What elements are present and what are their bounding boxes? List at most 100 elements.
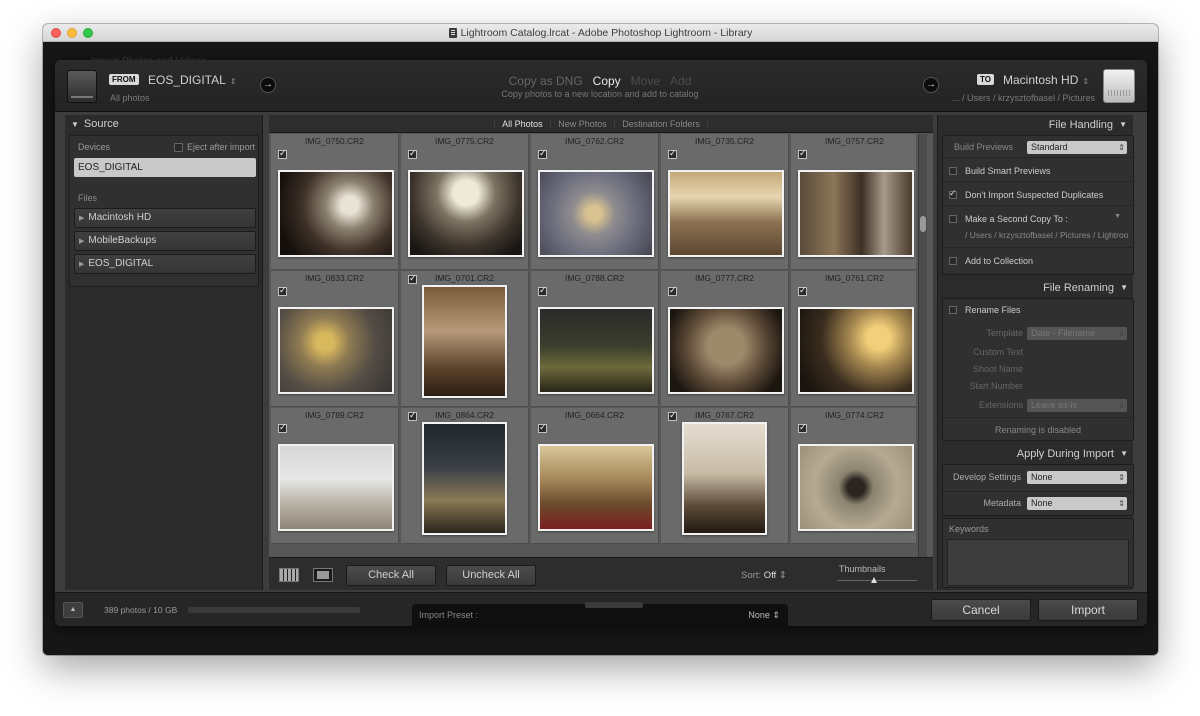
extensions-select[interactable]: Leave as-is xyxy=(1027,399,1127,412)
photo-thumbnail[interactable] xyxy=(408,170,524,257)
photo-cell[interactable]: IMG_0701.CR2 xyxy=(401,271,529,407)
photo-cell[interactable]: IMG_0762.CR2 xyxy=(531,134,659,270)
photo-cell[interactable]: IMG_0789.CR2 xyxy=(271,408,399,544)
maximize-window-button[interactable] xyxy=(83,28,93,38)
photo-checkbox[interactable] xyxy=(798,285,807,296)
photo-cell[interactable]: IMG_0767.CR2 xyxy=(661,408,789,544)
filter-new-photos[interactable]: New Photos xyxy=(558,119,607,129)
photo-cell[interactable]: IMG_0750.CR2 xyxy=(271,134,399,270)
source-panel-header[interactable]: ▼ Source xyxy=(65,115,262,133)
uncheck-all-button[interactable]: Uncheck All xyxy=(446,565,536,586)
rename-files-checkbox[interactable] xyxy=(949,306,957,314)
photo-checkbox[interactable] xyxy=(538,285,547,296)
photo-checkbox[interactable] xyxy=(668,285,677,296)
photo-checkbox[interactable] xyxy=(668,148,677,159)
photo-thumbnail[interactable] xyxy=(798,170,914,257)
source-drive-icon xyxy=(67,70,97,103)
thumbnail-size-slider[interactable] xyxy=(837,577,917,583)
filmstrip-handle[interactable] xyxy=(585,602,643,608)
source-selector[interactable]: EOS_DIGITAL ⇕ xyxy=(148,73,237,87)
add-to-collection-checkbox[interactable] xyxy=(949,257,957,265)
check-all-button[interactable]: Check All xyxy=(346,565,436,586)
metadata-select[interactable]: None xyxy=(1027,497,1127,510)
photo-cell[interactable]: IMG_0788.CR2 xyxy=(531,271,659,407)
build-previews-select[interactable]: Standard xyxy=(1027,141,1127,154)
file-handling-header[interactable]: File Handling ▼ xyxy=(938,115,1133,135)
photo-cell[interactable]: IMG_0761.CR2 xyxy=(791,271,916,407)
photo-cell[interactable]: IMG_0833.CR2 xyxy=(271,271,399,407)
minimize-window-button[interactable] xyxy=(67,28,77,38)
photo-checkbox[interactable] xyxy=(538,422,547,433)
file-item-eos-digital[interactable]: ▶ EOS_DIGITAL xyxy=(74,254,256,274)
grid-view-icon[interactable] xyxy=(279,568,299,582)
photo-thumbnail[interactable] xyxy=(668,170,784,257)
source-arrow-icon[interactable]: → xyxy=(260,77,276,93)
photo-thumbnail[interactable] xyxy=(538,170,654,257)
smart-previews-row[interactable]: Build Smart Previews xyxy=(943,160,1133,182)
photo-cell[interactable]: IMG_0735.CR2 xyxy=(661,134,789,270)
destination-path: ... / Users / krzysztofbasel / Pictures xyxy=(951,93,1095,103)
second-copy-checkbox[interactable] xyxy=(949,215,957,223)
photo-checkbox[interactable] xyxy=(278,148,287,159)
destination-selector[interactable]: Macintosh HD ⇕ xyxy=(1003,73,1089,87)
photo-checkbox[interactable] xyxy=(798,148,807,159)
file-item-mobilebackups[interactable]: ▶ MobileBackups xyxy=(74,231,256,251)
device-item-selected[interactable]: EOS_DIGITAL xyxy=(74,158,256,177)
mode-copy[interactable]: Copy xyxy=(593,74,621,88)
photo-checkbox[interactable] xyxy=(408,148,417,159)
photo-thumbnail[interactable] xyxy=(422,422,507,535)
photo-thumbnail[interactable] xyxy=(798,444,914,531)
filmstrip-scrollbar[interactable] xyxy=(188,607,360,613)
photo-checkbox[interactable] xyxy=(278,285,287,296)
photo-cell[interactable]: IMG_0777.CR2 xyxy=(661,271,789,407)
photo-filename: IMG_0664.CR2 xyxy=(564,410,625,420)
no-duplicates-row[interactable]: Don't Import Suspected Duplicates xyxy=(943,184,1133,206)
photo-thumbnail[interactable] xyxy=(538,307,654,394)
no-duplicates-checkbox[interactable] xyxy=(949,188,957,199)
file-item-macintosh-hd[interactable]: ▶ Macintosh HD xyxy=(74,208,256,228)
photo-thumbnail[interactable] xyxy=(798,307,914,394)
photo-cell[interactable]: IMG_0775.CR2 xyxy=(401,134,529,270)
import-dialog: FROM EOS_DIGITAL ⇕ All photos → Copy as D… xyxy=(55,60,1147,626)
mode-copy-as-dng[interactable]: Copy as DNG xyxy=(509,74,583,88)
photo-thumbnail[interactable] xyxy=(278,170,394,257)
apply-during-import-header[interactable]: Apply During Import ▼ xyxy=(938,444,1134,464)
eject-after-import-checkbox[interactable]: Eject after import xyxy=(174,142,255,152)
photo-thumbnail[interactable] xyxy=(278,444,394,531)
destination-arrow-icon[interactable]: → xyxy=(923,77,939,93)
rename-files-row[interactable]: Rename Files xyxy=(943,299,1133,321)
photo-thumbnail[interactable] xyxy=(538,444,654,531)
develop-settings-select[interactable]: None xyxy=(1027,471,1127,484)
grid-scroll-thumb[interactable] xyxy=(920,216,926,232)
filter-destination-folders[interactable]: Destination Folders xyxy=(622,119,700,129)
import-preset-select[interactable]: None ⇕ xyxy=(748,610,780,621)
smart-previews-checkbox[interactable] xyxy=(949,167,957,175)
file-renaming-header[interactable]: File Renaming ▼ xyxy=(938,278,1134,298)
photo-cell[interactable]: IMG_0864.CR2 xyxy=(401,408,529,544)
photo-thumbnail[interactable] xyxy=(422,285,507,398)
import-button[interactable]: Import xyxy=(1038,599,1138,621)
photo-checkbox[interactable] xyxy=(278,422,287,433)
collapse-up-icon[interactable]: ▲ xyxy=(63,602,83,618)
close-window-button[interactable] xyxy=(51,28,61,38)
photo-checkbox[interactable] xyxy=(538,148,547,159)
sort-control[interactable]: Sort: Off ⇕ xyxy=(741,570,787,581)
loupe-view-icon[interactable] xyxy=(313,568,333,582)
photo-thumbnail[interactable] xyxy=(682,422,767,535)
photo-checkbox[interactable] xyxy=(798,422,807,433)
grid-scrollbar[interactable] xyxy=(918,134,927,557)
add-to-collection-row[interactable]: Add to Collection xyxy=(943,250,1133,272)
photo-thumbnail[interactable] xyxy=(278,307,394,394)
filter-all-photos[interactable]: All Photos xyxy=(502,119,543,129)
cancel-button[interactable]: Cancel xyxy=(931,599,1031,621)
photo-filename: IMG_0833.CR2 xyxy=(304,273,365,283)
second-copy-row[interactable]: Make a Second Copy To : ▼ / Users / krzy… xyxy=(943,208,1133,248)
keywords-input[interactable] xyxy=(947,539,1129,586)
photo-cell[interactable]: IMG_0664.CR2 xyxy=(531,408,659,544)
photo-thumbnail[interactable] xyxy=(668,307,784,394)
second-copy-dropdown-icon[interactable]: ▼ xyxy=(1114,213,1121,220)
photo-cell[interactable]: IMG_0774.CR2 xyxy=(791,408,916,544)
template-select[interactable]: Date - Filename xyxy=(1027,327,1127,340)
photo-cell[interactable]: IMG_0757.CR2 xyxy=(791,134,916,270)
slider-knob[interactable] xyxy=(871,577,877,583)
